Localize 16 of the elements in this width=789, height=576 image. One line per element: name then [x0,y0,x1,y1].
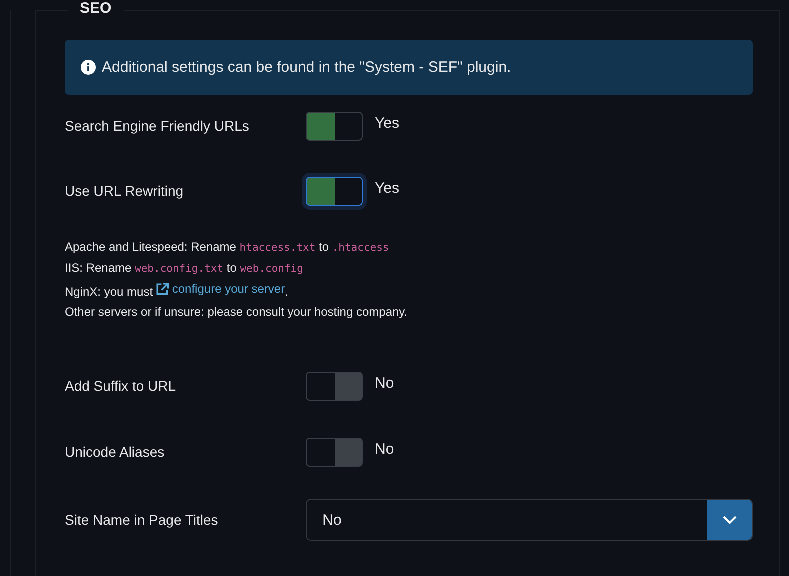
setting-label: Use URL Rewriting [65,183,185,199]
setting-label: Add Suffix to URL [65,378,178,394]
setting-label: Search Engine Friendly URLs [65,118,250,134]
toggle-value: No [375,374,394,392]
alert-text: Additional settings can be found in the "System - SEF" plugin. [102,59,512,76]
setting-label: Site Name in Page Titles [65,512,220,528]
toggle-value: Yes [375,180,400,196]
help-text: Other servers or if unsure: please consult your hosting company. [65,304,409,321]
setting-label: Unicode Aliases [65,444,166,460]
toggle-value: Yes [375,114,400,132]
toggle-value: No [375,440,394,458]
help-text: NginX: you must configure your server. [65,281,290,301]
configure-link[interactable]: configure your server [156,281,286,298]
help-text: Apache and Litespeed: Rename htaccess.txt to .htaccess [65,239,390,256]
select-dropdown[interactable]: No [306,499,753,541]
help-text: IIS: Rename web.config.txt to web.config [65,260,304,277]
